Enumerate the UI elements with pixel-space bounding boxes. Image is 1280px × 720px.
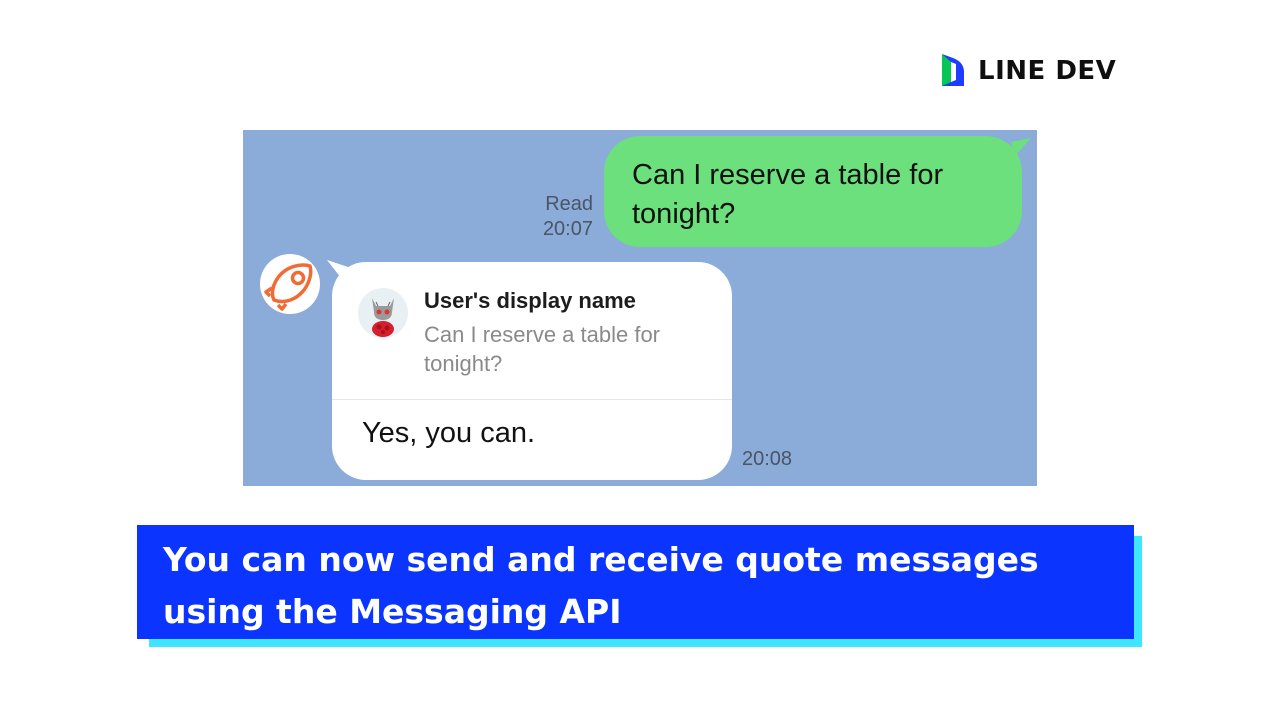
page: LINE DEV Can I reserve a table for tonig… — [0, 0, 1280, 720]
quoted-message-text: Can I reserve a table for tonight? — [424, 322, 661, 376]
brand-logo-text: LINE DEV — [978, 56, 1117, 86]
brand-logo: LINE DEV — [939, 52, 1116, 90]
outgoing-message-bubble[interactable]: Can I reserve a table for tonight? — [604, 136, 1022, 247]
incoming-reply-text: Yes, you can. — [362, 417, 536, 449]
incoming-message-bubble[interactable]: User's display name Can I reserve a tabl… — [332, 262, 732, 480]
chat-panel: Can I reserve a table for tonight? Read … — [243, 130, 1037, 486]
quoted-message[interactable]: User's display name Can I reserve a tabl… — [332, 262, 732, 400]
outgoing-message-text: Can I reserve a table for tonight? — [632, 159, 944, 230]
banner-line-1: You can now send and receive quote messa… — [163, 540, 1039, 579]
outgoing-message-time: 20:07 — [542, 218, 593, 240]
bot-avatar[interactable] — [260, 254, 320, 314]
caption-banner: You can now send and receive quote messa… — [137, 525, 1134, 639]
incoming-message-time: 20:08 — [742, 448, 793, 470]
line-dev-logo-icon — [942, 54, 964, 86]
quoted-user-avatar — [358, 288, 408, 338]
banner-line-2: using the Messaging API — [163, 592, 622, 631]
quoted-user-name: User's display name — [424, 288, 636, 313]
outgoing-message-meta: Read 20:07 — [543, 192, 593, 242]
read-status: Read — [545, 193, 593, 215]
rocket-icon — [264, 263, 313, 311]
cat-avatar-icon — [358, 288, 408, 338]
